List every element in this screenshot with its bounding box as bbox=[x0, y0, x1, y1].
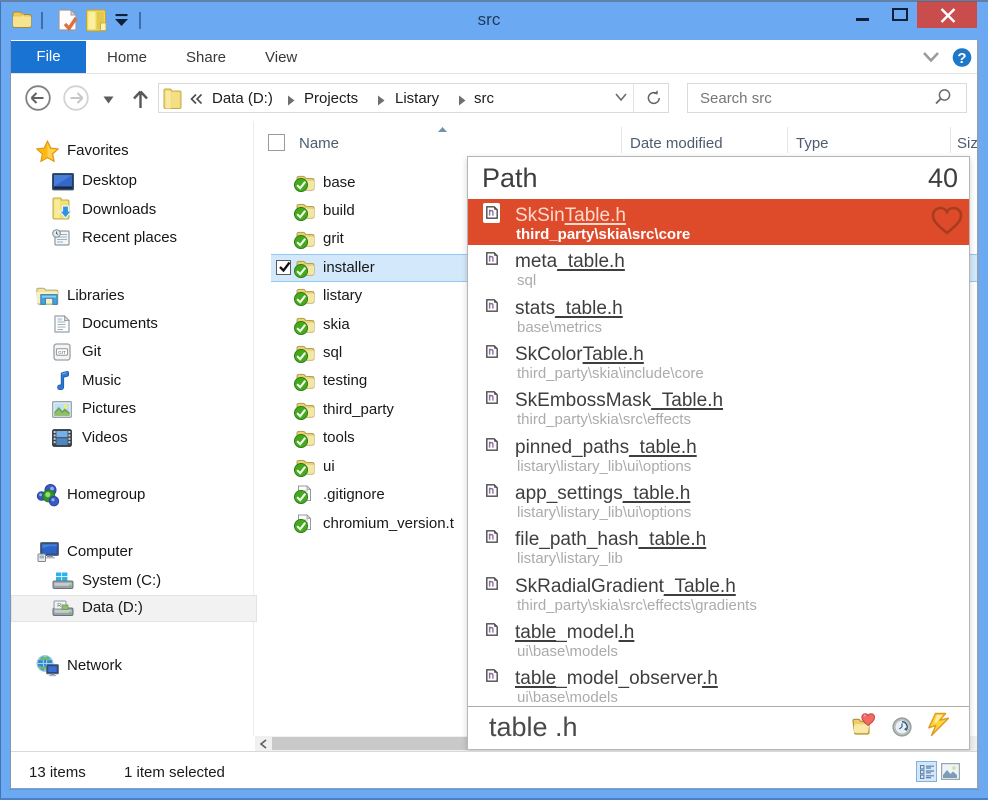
svg-text:?: ? bbox=[957, 50, 966, 67]
svg-text:GIT: GIT bbox=[58, 350, 66, 355]
